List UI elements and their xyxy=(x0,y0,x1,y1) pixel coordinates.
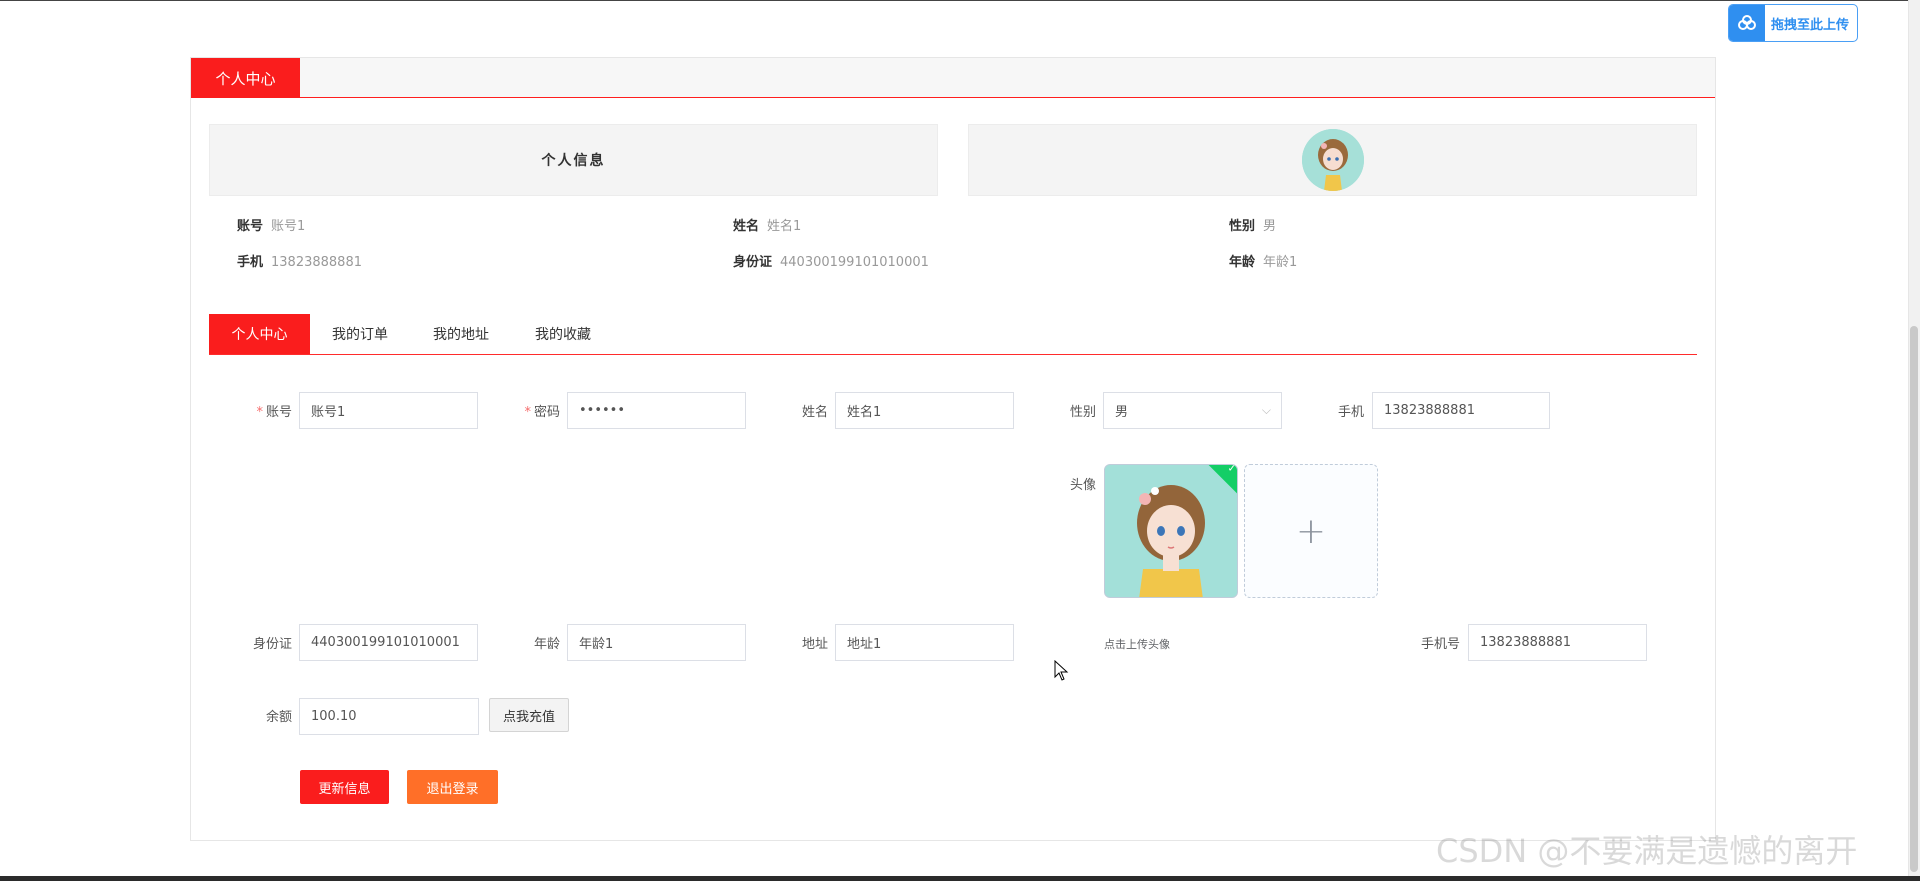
personal-info-title: 个人信息 xyxy=(541,153,606,169)
gender-select[interactable]: 男 ⌵ xyxy=(1103,392,1282,429)
phone-input[interactable]: 13823888881 xyxy=(1372,392,1550,429)
mobile-input[interactable]: 13823888881 xyxy=(1468,624,1647,661)
drag-upload-widget[interactable]: 拖拽至此上传 xyxy=(1728,4,1858,42)
balance-label: 余额 xyxy=(265,710,292,725)
balance-input[interactable]: 100.10 xyxy=(299,698,479,735)
avatar-label: 头像 xyxy=(1069,478,1096,493)
gender-select-value: 男 xyxy=(1115,405,1129,420)
tab-my-orders[interactable]: 我的订单 xyxy=(310,314,410,354)
tab-personal-center[interactable]: 个人中心 xyxy=(209,314,310,354)
plus-icon: + xyxy=(1295,510,1327,552)
tab-my-address[interactable]: 我的地址 xyxy=(410,314,512,354)
watermark: CSDN @不要满是遗憾的离开 xyxy=(1436,832,1858,870)
password-label: * 密码 xyxy=(524,405,560,420)
cloud-upload-icon xyxy=(1729,5,1765,41)
address-label: 地址 xyxy=(801,637,828,652)
name-label: 姓名 xyxy=(801,405,828,420)
info-id-card: 身份证 440300199101010001 xyxy=(733,255,929,270)
top-border xyxy=(0,0,1920,1)
info-age: 年龄 年龄1 xyxy=(1229,255,1298,270)
info-name: 姓名 姓名1 xyxy=(733,219,802,234)
uploaded-avatar-image[interactable]: ✓ xyxy=(1104,464,1238,598)
drag-upload-label: 拖拽至此上传 xyxy=(1771,17,1850,33)
avatar-upload-button[interactable]: + xyxy=(1244,464,1378,598)
mouse-cursor-icon xyxy=(1054,660,1069,681)
recharge-button[interactable]: 点我充值 xyxy=(489,698,569,732)
panel-title-tab: 个人中心 xyxy=(191,58,300,98)
panel-header: 个人中心 xyxy=(191,58,1715,98)
account-input[interactable]: 账号1 xyxy=(299,392,478,429)
info-account: 账号 账号1 xyxy=(237,219,306,234)
info-phone: 手机 13823888881 xyxy=(237,255,362,270)
address-input[interactable]: 地址1 xyxy=(835,624,1014,661)
age-label: 年龄 xyxy=(533,637,560,652)
account-label: * 账号 xyxy=(256,405,292,420)
bottom-border xyxy=(0,876,1920,881)
tab-my-favorites[interactable]: 我的收藏 xyxy=(512,314,614,354)
personal-info-header: 个人信息 xyxy=(209,124,938,196)
avatar-header xyxy=(968,124,1697,196)
mobile-label: 手机号 xyxy=(1420,637,1460,652)
avatar xyxy=(1301,129,1364,191)
phone-label: 手机 xyxy=(1337,405,1364,420)
check-icon: ✓ xyxy=(1227,464,1236,475)
age-input[interactable]: 年龄1 xyxy=(567,624,746,661)
scrollbar-thumb[interactable] xyxy=(1910,326,1918,872)
password-input[interactable]: •••••• xyxy=(567,392,746,429)
update-info-button[interactable]: 更新信息 xyxy=(300,770,389,804)
gender-label: 性别 xyxy=(1069,405,1096,420)
info-gender: 性别男 xyxy=(1229,219,1277,234)
id-card-input[interactable]: 440300199101010001 xyxy=(299,624,478,661)
logout-button[interactable]: 退出登录 xyxy=(407,770,498,804)
chevron-down-icon: ⌵ xyxy=(1261,403,1271,417)
center-tabs: 个人中心 我的订单 我的地址 我的收藏 xyxy=(209,314,1697,355)
avatar-upload-hint: 点击上传头像 xyxy=(1104,638,1170,651)
id-card-label: 身份证 xyxy=(252,637,292,652)
name-input[interactable]: 姓名1 xyxy=(835,392,1014,429)
